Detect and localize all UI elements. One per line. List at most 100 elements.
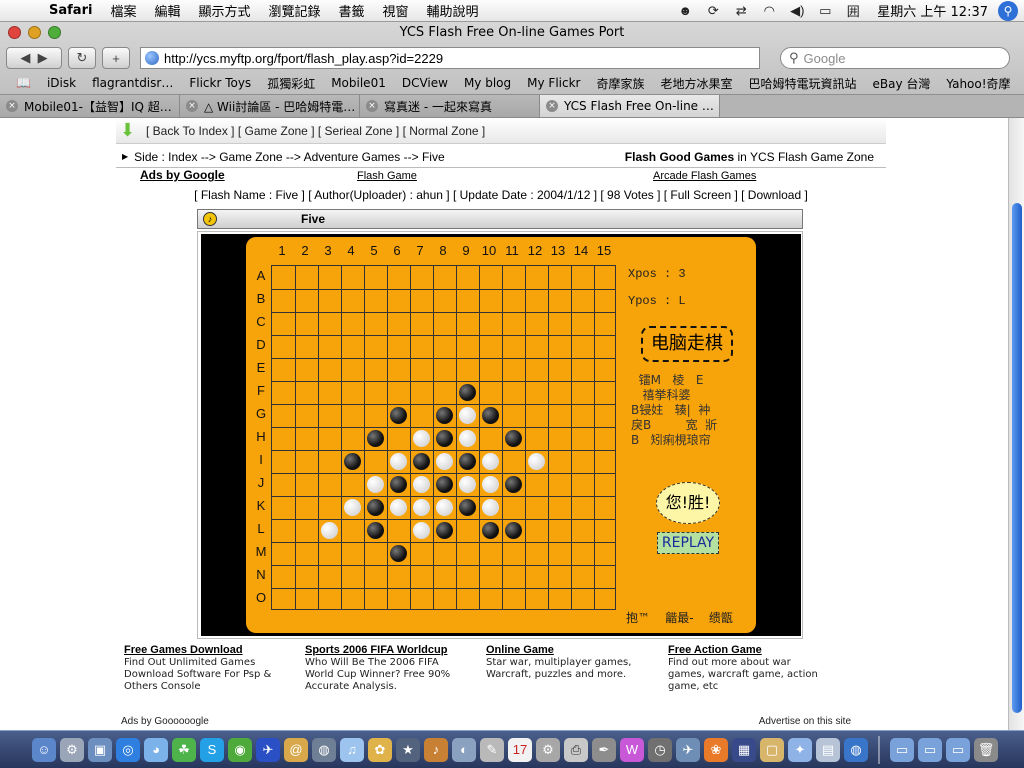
add-bookmark-button[interactable]: + — [102, 47, 130, 69]
flash-game-canvas[interactable]: Xpos : 3 Ypos : L 电脑走棋 镭M 棱 E 禧挙科婆 B锓妵 辏… — [201, 234, 801, 636]
menu-view[interactable]: 顯示方式 — [189, 1, 259, 20]
ad-title[interactable]: Free Games Download — [124, 644, 284, 656]
forward-arrow-icon[interactable]: ▶ — [38, 50, 48, 66]
vertical-scrollbar[interactable] — [1008, 118, 1024, 730]
preferences-icon[interactable]: ⚙ — [536, 737, 560, 762]
bookmark-item[interactable]: Mobile01 — [323, 76, 394, 90]
menu-window[interactable]: 視窗 — [374, 1, 418, 20]
bookmark-item[interactable]: 孤獨彩虹 — [259, 75, 323, 92]
tab-wii[interactable]: × △ Wii討論區 - 巴哈姆特電… — [180, 95, 360, 117]
flash-meta-info[interactable]: [ Flash Name : Five ] [ Author(Uploader)… — [116, 188, 886, 202]
idvd-icon[interactable]: ◐ — [452, 737, 476, 762]
tab-mobile01[interactable]: × Mobile01-【益智】IQ 超… — [0, 95, 180, 117]
trash-icon[interactable]: 🗑 — [974, 737, 998, 762]
close-window-button[interactable] — [8, 26, 21, 39]
ad-block[interactable]: Free Games Download Find Out Unlimited G… — [124, 644, 284, 693]
menu-app-safari[interactable]: Safari — [40, 3, 101, 18]
imovie-icon[interactable]: ★ — [396, 737, 420, 762]
search-placeholder[interactable]: Google — [804, 51, 846, 66]
skype-icon[interactable]: S — [200, 737, 224, 762]
network-arrows-icon[interactable]: ⇄ — [727, 3, 755, 19]
close-tab-icon[interactable]: × — [186, 100, 198, 112]
airplane-icon[interactable]: ✈ — [676, 737, 700, 762]
bookmark-item[interactable]: DCView — [394, 76, 456, 90]
search-field[interactable]: ⚲ Google — [780, 47, 1010, 69]
bird-app-icon[interactable]: ✈ — [256, 737, 280, 762]
iphoto-icon[interactable]: ✿ — [368, 737, 392, 762]
bookmark-item[interactable]: Yahoo!奇摩 — [938, 75, 1018, 92]
address-bar[interactable]: http://ycs.myftp.org/fport/flash_play.as… — [140, 47, 760, 69]
ad-block[interactable]: Free Action Game Find out more about war… — [668, 644, 828, 693]
gomoku-grid[interactable] — [271, 265, 616, 610]
printer-icon[interactable]: ⎙ — [564, 737, 588, 762]
battery-icon[interactable]: ▭ — [811, 3, 839, 19]
back-forward-buttons[interactable]: ◀ ▶ — [6, 47, 62, 69]
menu-clock[interactable]: 星期六 上午 12:37 — [867, 1, 998, 20]
bookmark-item[interactable]: eBay 台灣 — [865, 75, 939, 92]
garageband-icon[interactable]: ♪ — [424, 737, 448, 762]
keyboard-app-icon[interactable]: ▦ — [732, 737, 756, 762]
ad-title[interactable]: Sports 2006 FIFA Worldcup — [305, 644, 465, 656]
network-globe-icon[interactable]: ◍ — [844, 737, 868, 762]
bookmark-item[interactable]: My Flickr — [519, 76, 588, 90]
back-arrow-icon[interactable]: ◀ — [20, 50, 30, 66]
flash-game-link[interactable]: Flash Game — [357, 170, 417, 182]
ad-title[interactable]: Online Game — [486, 644, 646, 656]
folder-icon[interactable]: ▭ — [946, 737, 970, 762]
breadcrumb-text[interactable]: Side : Index --> Game Zone --> Adventure… — [134, 150, 444, 164]
sync-icon[interactable]: ⟳ — [699, 3, 727, 19]
script-editor-icon[interactable]: ✒ — [592, 737, 616, 762]
address-bar-url[interactable]: http://ycs.myftp.org/fport/flash_play.as… — [164, 51, 443, 66]
frog-app-icon[interactable]: ☘ — [172, 737, 196, 762]
time-machine-icon[interactable]: ◷ — [648, 737, 672, 762]
scrollbar-thumb[interactable] — [1012, 203, 1022, 713]
menu-help[interactable]: 輔助說明 — [418, 1, 488, 20]
zoom-window-button[interactable] — [48, 26, 61, 39]
close-tab-icon[interactable]: × — [6, 100, 18, 112]
minimize-window-button[interactable] — [28, 26, 41, 39]
tab-photo[interactable]: × 寫真迷 - 一起來寫真 — [360, 95, 540, 117]
user-icon[interactable]: ☻ — [671, 3, 699, 18]
iweb-icon[interactable]: ✎ — [480, 737, 504, 762]
zone-links[interactable]: [ Back To Index ] [ Game Zone ] [ Seriea… — [146, 124, 485, 138]
preview-icon[interactable]: ▣ — [88, 737, 112, 762]
menu-edit[interactable]: 編輯 — [145, 1, 189, 20]
folder-icon[interactable]: ▭ — [890, 737, 914, 762]
safari-icon[interactable]: ◎ — [116, 737, 140, 762]
arcade-flash-games-link[interactable]: Arcade Flash Games — [653, 170, 756, 182]
system-icon[interactable]: ⚙ — [60, 737, 84, 762]
ads-by-google-footer-link[interactable]: Ads by Goooooogle — [121, 716, 209, 727]
bookmark-item[interactable]: iDisk — [39, 76, 84, 90]
menu-file[interactable]: 檔案 — [101, 1, 145, 20]
bookmark-item[interactable]: 奇摩家族 — [588, 75, 652, 92]
finder-icon[interactable]: ☺ — [32, 737, 56, 762]
ads-by-google-link[interactable]: Ads by Google — [140, 168, 225, 182]
widget-app-icon[interactable]: W — [620, 737, 644, 762]
bookmark-item[interactable]: 巴哈姆特電玩資訊站 — [741, 75, 865, 92]
music-note-icon[interactable]: ♪ — [203, 212, 217, 226]
frame-app-icon[interactable]: ▢ — [760, 737, 784, 762]
ad-title[interactable]: Free Action Game — [668, 644, 828, 656]
folder-icon[interactable]: ▭ — [918, 737, 942, 762]
advertise-link[interactable]: Advertise on this site — [759, 716, 851, 727]
ai-move-button[interactable]: 电脑走棋 — [641, 326, 733, 362]
bookmarks-book-icon[interactable]: 📖 — [8, 76, 39, 90]
comic-app-icon[interactable]: ✦ — [788, 737, 812, 762]
replay-button[interactable]: REPLAY — [657, 532, 719, 554]
itunes-icon[interactable]: ♫ — [340, 737, 364, 762]
dvd-player-icon[interactable]: ◍ — [312, 737, 336, 762]
ad-block[interactable]: Sports 2006 FIFA Worldcup Who Will Be Th… — [305, 644, 465, 693]
volume-icon[interactable]: ◀) — [783, 3, 811, 19]
wifi-icon[interactable]: ◠ — [755, 3, 783, 19]
tab-ycs-active[interactable]: × YCS Flash Free On-line … — [540, 95, 720, 117]
close-tab-icon[interactable]: × — [366, 100, 378, 112]
reload-button[interactable]: ↻ — [68, 47, 96, 69]
address-book-icon[interactable]: @ — [284, 737, 308, 762]
ad-block[interactable]: Online Game Star war, multiplayer games,… — [486, 644, 646, 681]
bookmark-item[interactable]: My blog — [456, 76, 519, 90]
bookmark-item[interactable]: flagrantdisr… — [84, 76, 181, 90]
bookmark-item[interactable]: Flickr Toys — [181, 76, 259, 90]
bookmark-item[interactable]: 老地方冰果室 — [652, 75, 740, 92]
package-icon[interactable]: ▤ — [816, 737, 840, 762]
input-method-icon[interactable]: 囲 — [839, 1, 867, 20]
